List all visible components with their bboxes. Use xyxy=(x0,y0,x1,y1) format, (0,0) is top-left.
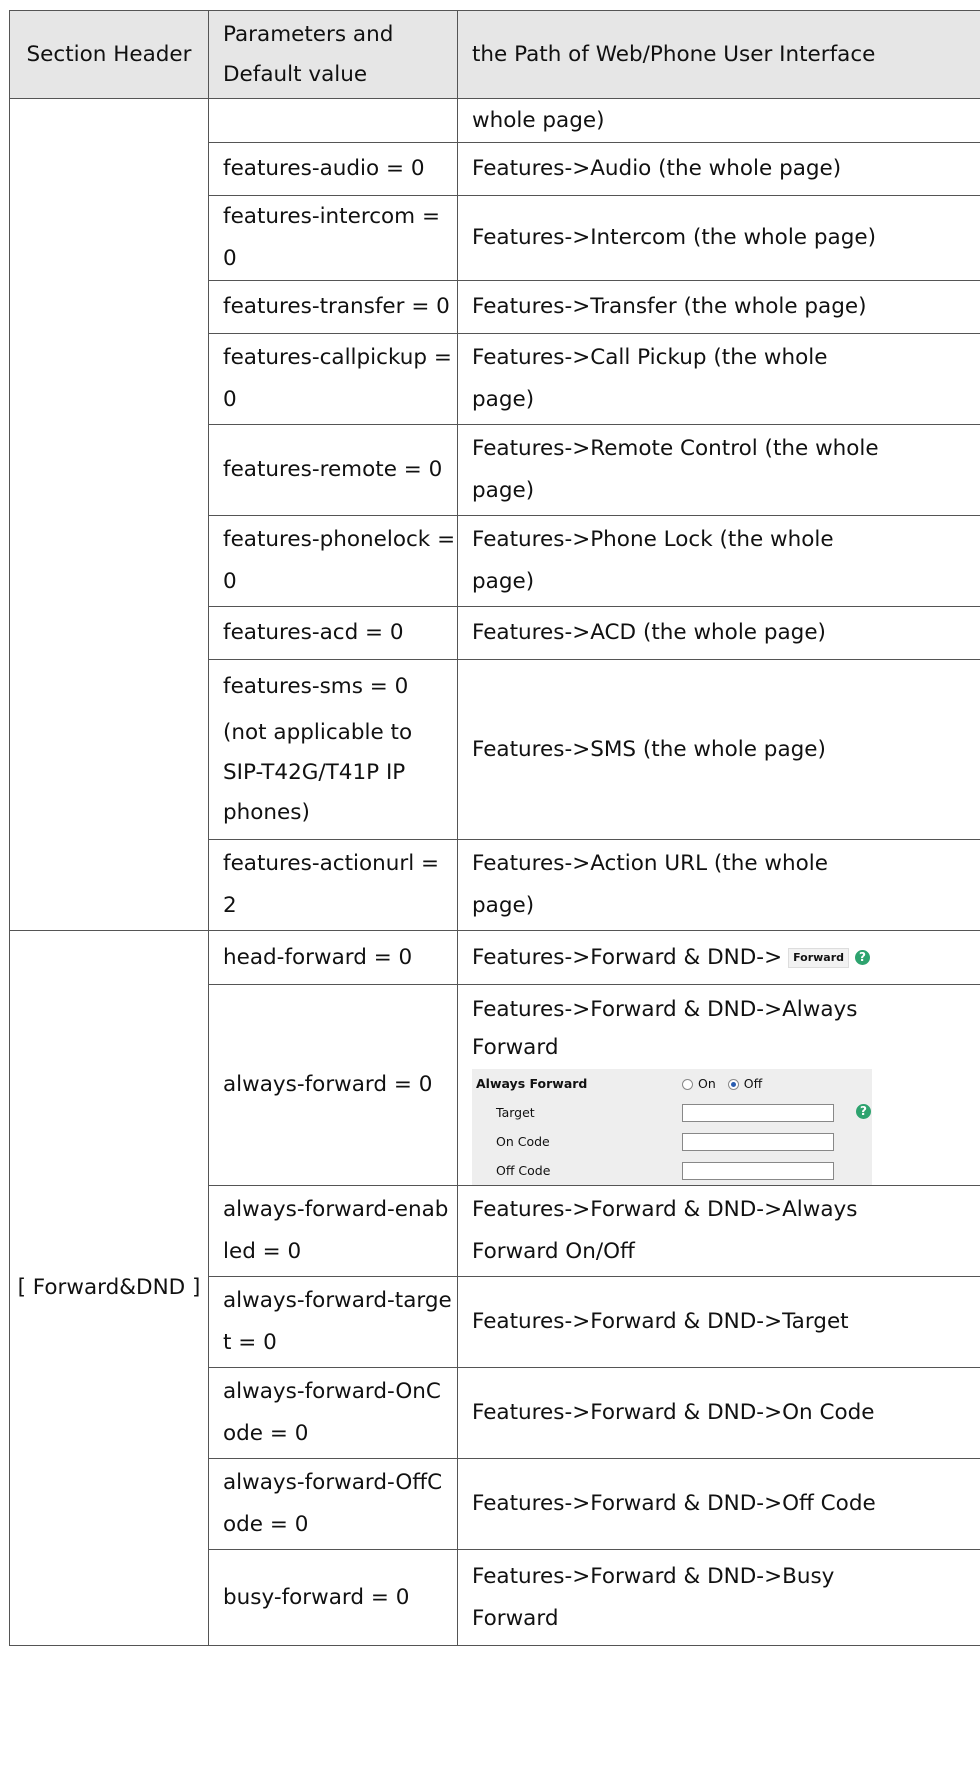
header-section: Section Header xyxy=(9,10,209,99)
section-cell-features xyxy=(9,98,209,931)
path-line: page) xyxy=(472,387,535,412)
param-cell: features-acd = 0 xyxy=(208,606,458,660)
param-line: features-phonelock = xyxy=(223,527,456,552)
off-label: Off xyxy=(743,1076,763,1091)
param-line: always-forward-targe xyxy=(223,1288,452,1313)
path-cell: Features->Forward & DND->Always Forward … xyxy=(457,984,980,1186)
param-line: always-forward-enab xyxy=(223,1197,449,1222)
path-cell: Features->Action URL (the whole page) xyxy=(457,839,980,931)
param-cell: features-remote = 0 xyxy=(208,424,458,516)
path-line: Forward On/Off xyxy=(472,1239,635,1264)
on-code-input xyxy=(682,1133,834,1151)
path-line: page) xyxy=(472,478,535,503)
param-line: led = 0 xyxy=(223,1239,302,1264)
path-cell: Features->ACD (the whole page) xyxy=(457,606,980,660)
param-line: ode = 0 xyxy=(223,1421,309,1446)
path-line: Features->Call Pickup (the whole xyxy=(472,345,828,370)
param-cell: always-forward-OffC ode = 0 xyxy=(208,1458,458,1550)
param-line: t = 0 xyxy=(223,1330,277,1355)
param-line: features-callpickup = xyxy=(223,345,452,370)
param-line: always-forward-OffC xyxy=(223,1470,443,1495)
section-cell-forward-dnd: [ Forward&DND ] xyxy=(9,930,209,1646)
param-line: features-sms = 0 xyxy=(223,673,409,699)
path-cell: Features->Forward & DND->On Code xyxy=(457,1367,980,1459)
header-parameters-line1: Parameters and xyxy=(223,21,394,47)
param-cell: always-forward-targe t = 0 xyxy=(208,1276,458,1368)
config-table: Section Header Parameters and Default va… xyxy=(9,10,980,1646)
param-line: phones) xyxy=(223,799,310,825)
help-icon: ? xyxy=(855,950,871,965)
path-cell: Features->Intercom (the whole page) xyxy=(457,195,980,281)
param-cell: features-intercom = 0 xyxy=(208,195,458,281)
param-cell: features-actionurl = 2 xyxy=(208,839,458,931)
param-cell: features-transfer = 0 xyxy=(208,280,458,334)
param-cell: busy-forward = 0 xyxy=(208,1549,458,1646)
param-cell: always-forward-enab led = 0 xyxy=(208,1185,458,1277)
on-off-radio-group: On Off xyxy=(682,1069,762,1098)
target-label: Target xyxy=(496,1105,535,1120)
param-cell: always-forward-OnC ode = 0 xyxy=(208,1367,458,1459)
param-cell: features-audio = 0 xyxy=(208,142,458,196)
path-cell: Features->Remote Control (the whole page… xyxy=(457,424,980,516)
path-cell: Features->Phone Lock (the whole page) xyxy=(457,515,980,607)
param-cell xyxy=(208,98,458,143)
param-cell: features-phonelock = 0 xyxy=(208,515,458,607)
on-radio xyxy=(682,1079,693,1090)
table-row: [ Forward&DND ] head-forward = 0 Feature… xyxy=(9,930,980,1646)
path-line: Features->Remote Control (the whole xyxy=(472,436,879,461)
header-parameters: Parameters and Default value xyxy=(208,10,458,99)
always-forward-screenshot: Always Forward On Off Target ? On Code O… xyxy=(472,1069,872,1185)
header-parameters-line2: Default value xyxy=(223,61,368,87)
always-forward-title: Always Forward xyxy=(476,1076,588,1091)
off-code-input xyxy=(682,1162,834,1180)
param-cell: features-sms = 0 (not applicable to SIP-… xyxy=(208,659,458,840)
param-cell: always-forward = 0 xyxy=(208,984,458,1186)
path-line: Features->Forward & DND->Busy xyxy=(472,1563,835,1589)
param-line: 0 xyxy=(223,569,237,594)
path-line: Features->Forward & DND->Always xyxy=(472,1197,858,1222)
param-cell: head-forward = 0 xyxy=(208,930,458,985)
path-cell: Features->Forward & DND->Busy Forward xyxy=(457,1549,980,1646)
path-line: Forward xyxy=(472,1035,559,1060)
header-row: Section Header Parameters and Default va… xyxy=(9,10,980,99)
on-code-label: On Code xyxy=(496,1134,550,1149)
help-icon: ? xyxy=(856,1104,871,1119)
param-line: ode = 0 xyxy=(223,1512,309,1537)
forward-label-image: Forward xyxy=(788,947,850,968)
path-line: Features->Phone Lock (the whole xyxy=(472,527,834,552)
path-text: Features->Forward & DND-> xyxy=(472,944,783,970)
path-cell: Features->Forward & DND-> Forward? xyxy=(457,930,980,985)
path-cell: Features->Audio (the whole page) xyxy=(457,142,980,196)
param-cell: features-callpickup = 0 xyxy=(208,333,458,425)
path-line: page) xyxy=(472,893,535,918)
table-row: whole page) xyxy=(9,98,980,931)
path-line: Features->Forward & DND->Always xyxy=(472,997,858,1022)
path-line: Features->Action URL (the whole xyxy=(472,851,828,876)
path-cell: Features->SMS (the whole page) xyxy=(457,659,980,840)
path-line: page) xyxy=(472,569,535,594)
header-path: the Path of Web/Phone User Interface xyxy=(457,10,980,99)
param-line: (not applicable to xyxy=(223,719,413,745)
path-cell: Features->Forward & DND->Off Code xyxy=(457,1458,980,1550)
path-cell: Features->Forward & DND->Target xyxy=(457,1276,980,1368)
param-line: always-forward-OnC xyxy=(223,1379,441,1404)
param-line: SIP-T42G/T41P IP xyxy=(223,759,406,785)
target-input xyxy=(682,1104,834,1122)
path-cell: Features->Transfer (the whole page) xyxy=(457,280,980,334)
param-line: 0 xyxy=(223,387,237,412)
off-radio xyxy=(727,1079,739,1090)
on-label: On xyxy=(698,1076,716,1091)
path-cell: whole page) xyxy=(457,98,980,143)
off-code-label: Off Code xyxy=(496,1163,551,1178)
path-line: Forward xyxy=(472,1605,559,1631)
path-cell: Features->Call Pickup (the whole page) xyxy=(457,333,980,425)
path-cell: Features->Forward & DND->Always Forward … xyxy=(457,1185,980,1277)
